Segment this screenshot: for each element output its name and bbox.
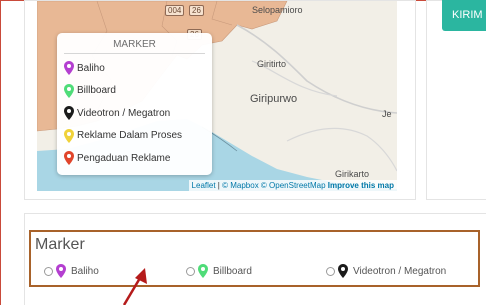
place-label: Girikarto [335,169,370,179]
mapbox-link[interactable]: © Mapbox [222,181,259,190]
map-panel: 004 26 26 Selopamioro Giritirto Giripurw… [24,0,416,200]
map-pin-icon [64,151,74,166]
marker-option-label: Videotron / Megatron [353,265,447,277]
legend-item-baliho: Baliho [64,57,205,80]
marker-filter-highlight [29,230,480,287]
radio-button[interactable] [326,266,335,276]
place-label: Je [382,109,392,119]
map-view[interactable]: 004 26 26 Selopamioro Giritirto Giripurw… [37,1,397,191]
map-attribution: Leaflet | © Mapbox © OpenStreetMap Impro… [188,180,397,191]
marker-option-billboard[interactable]: Billboard [186,264,252,278]
osm-link[interactable]: © OpenStreetMap [261,181,326,190]
radio-button[interactable] [44,266,53,276]
road-shield: 004 [165,5,185,16]
submit-button[interactable]: KIRIM [442,0,486,31]
legend-item-pengaduan: Pengaduan Reklame [64,147,205,170]
legend-label: Billboard [77,85,116,97]
radio-button[interactable] [186,266,195,276]
legend-item-videotron: Videotron / Megatron [64,102,205,125]
map-legend: MARKER Baliho Billboard Videotron / Mega… [57,33,212,175]
map-pin-icon [338,264,348,278]
map-pin-icon [64,106,74,121]
map-pin-icon [64,61,74,76]
page-left-edge [0,0,1,305]
map-pin-icon [64,83,74,98]
legend-item-billboard: Billboard [64,80,205,103]
annotation-arrow-icon [122,268,147,305]
place-label: Giripurwo [250,93,298,105]
map-pin-icon [64,128,74,143]
marker-option-videotron[interactable]: Videotron / Megatron [326,264,446,278]
leaflet-link[interactable]: Leaflet [192,181,216,190]
marker-option-baliho[interactable]: Baliho [44,264,99,278]
marker-option-label: Baliho [71,265,99,277]
improve-map-link[interactable]: Improve this map [328,181,394,190]
marker-filter-title: Marker [35,236,85,253]
map-pin-icon [56,264,66,278]
map-pin-icon [198,264,208,278]
road-shield: 26 [189,5,204,16]
legend-label: Videotron / Megatron [77,107,171,119]
legend-label: Baliho [77,62,105,74]
legend-label: Pengaduan Reklame [77,152,171,164]
marker-option-label: Billboard [213,265,252,277]
legend-label: Reklame Dalam Proses [77,130,183,142]
place-label: Selopamioro [252,5,303,15]
place-label: Giritirto [257,59,286,69]
legend-item-reklame-proses: Reklame Dalam Proses [64,125,205,148]
legend-title: MARKER [64,39,205,54]
